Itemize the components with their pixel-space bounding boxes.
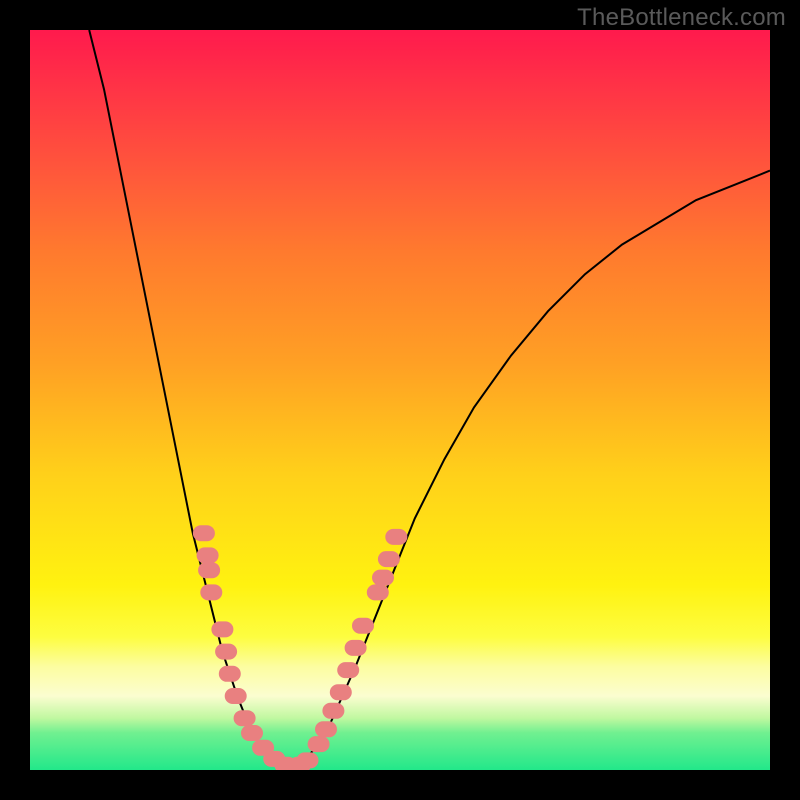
chart-container: TheBottleneck.com: [0, 0, 800, 800]
curve-overlay: [30, 30, 770, 770]
watermark-text: TheBottleneck.com: [577, 4, 786, 32]
